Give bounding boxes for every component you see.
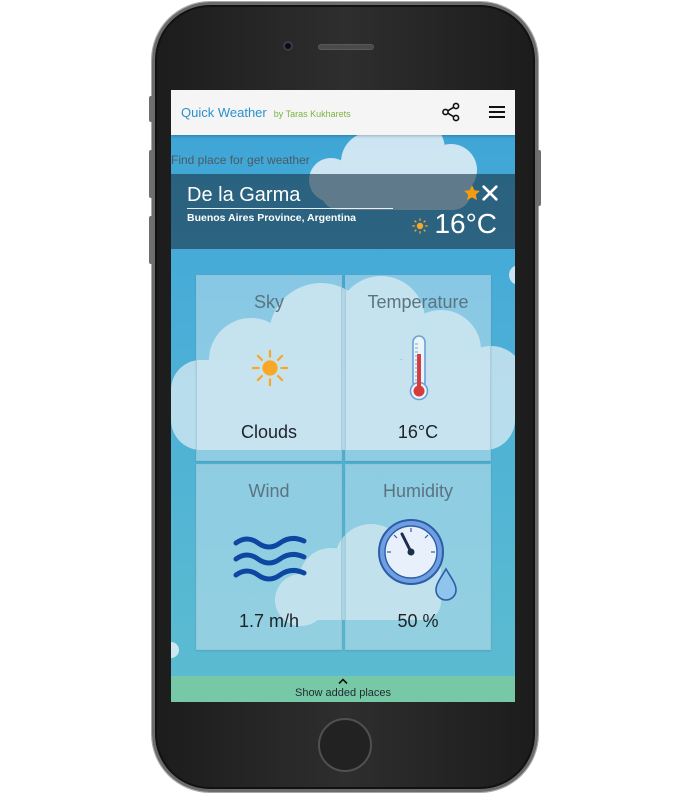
thermometer-icon: [409, 335, 429, 401]
star-icon[interactable]: [463, 184, 481, 202]
app-header: Quick Weather by Taras Kukharets: [171, 90, 515, 135]
card-value: 50 %: [397, 611, 439, 631]
weather-card-temperature[interactable]: Temperature 16°C: [345, 275, 491, 461]
card-title: Sky: [253, 292, 284, 312]
share-icon[interactable]: [441, 102, 461, 122]
current-place-bar: De la Garma Buenos Aires Province, Argen…: [171, 174, 515, 249]
phone-mute-switch: [149, 96, 153, 122]
card-title: Humidity: [382, 481, 453, 501]
close-icon[interactable]: [481, 184, 499, 202]
card-value: Clouds: [240, 422, 298, 442]
app-title[interactable]: Quick Weather: [181, 105, 267, 120]
place-region: Buenos Aires Province, Argentina: [187, 212, 357, 224]
place-name[interactable]: De la Garma: [187, 184, 393, 209]
hygrometer-icon: [378, 519, 457, 601]
sun-icon: [412, 218, 428, 234]
phone-volume-up: [149, 150, 153, 198]
weather-card-wind[interactable]: Wind 1.7 m/h: [196, 464, 342, 650]
card-title: Temperature: [367, 292, 469, 312]
card-value: 16°C: [397, 422, 439, 442]
chevron-up-icon[interactable]: [337, 677, 349, 685]
app-screen: Quick Weather by Taras Kukharets Find pl…: [171, 90, 515, 702]
sun-icon: [251, 349, 289, 387]
card-title: Wind: [248, 481, 290, 501]
phone-home-button[interactable]: [318, 718, 372, 772]
hamburger-menu-icon[interactable]: [487, 102, 507, 122]
phone-volume-down: [149, 216, 153, 264]
place-temperature: 16°C: [434, 208, 497, 239]
show-added-places-label: Show added places: [294, 687, 391, 699]
app-author[interactable]: by Taras Kukharets: [274, 109, 351, 119]
wind-waves-icon: [233, 535, 307, 582]
show-added-places-button[interactable]: Show added places: [171, 676, 515, 702]
phone-power-button: [537, 150, 541, 206]
weather-card-humidity[interactable]: Humidity 50 %: [345, 464, 491, 650]
card-value: 1.7 m/h: [238, 611, 300, 631]
phone-speaker: [318, 44, 374, 50]
search-input[interactable]: Find place for get weather: [171, 153, 310, 167]
weather-card-sky[interactable]: Sky Clouds: [196, 275, 342, 461]
phone-camera: [283, 41, 293, 51]
